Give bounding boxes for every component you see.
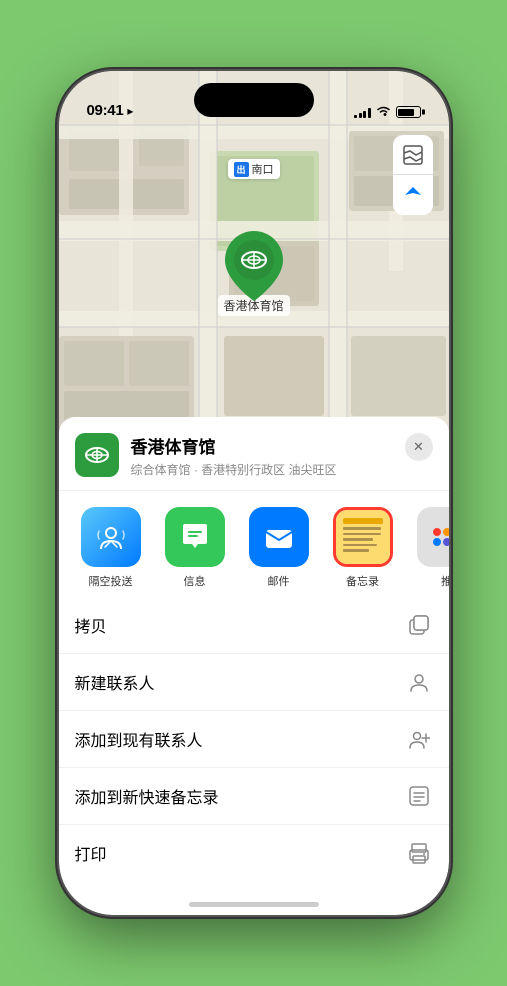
action-label-print: 打印	[75, 841, 107, 865]
nankou-badge: 出	[233, 162, 248, 177]
share-row: 隔空投送 信息	[59, 491, 449, 597]
location-logo	[75, 433, 119, 477]
close-button[interactable]: ✕	[405, 433, 433, 461]
action-label-copy: 拷贝	[75, 613, 107, 637]
more-colors	[429, 520, 449, 554]
location-name: 香港体育馆	[131, 433, 433, 458]
messages-icon	[165, 507, 225, 567]
airdrop-icon	[81, 507, 141, 567]
phone-frame: 09:41 ▸	[59, 71, 449, 915]
notes-icon	[333, 507, 393, 567]
action-list: 拷贝 新建联系人	[59, 597, 449, 881]
share-item-airdrop[interactable]: 隔空投送	[75, 507, 147, 589]
location-desc: 综合体育馆 · 香港特别行政区 油尖旺区	[131, 461, 433, 478]
location-arrow-icon	[404, 186, 422, 204]
share-items: 隔空投送 信息	[75, 507, 433, 589]
stadium-logo-icon	[83, 441, 111, 469]
location-marker: 香港体育馆	[217, 231, 289, 316]
share-item-more[interactable]: 推	[411, 507, 449, 589]
action-label-add-notes: 添加到新快速备忘录	[75, 784, 219, 808]
map-controls	[393, 135, 433, 215]
action-item-print[interactable]: 打印	[59, 825, 449, 881]
bottom-sheet: 香港体育馆 综合体育馆 · 香港特别行政区 油尖旺区 ✕	[59, 417, 449, 915]
mail-svg	[262, 520, 296, 554]
map-type-button[interactable]	[393, 135, 433, 175]
person-icon	[405, 668, 433, 696]
action-item-add-notes[interactable]: 添加到新快速备忘录	[59, 768, 449, 825]
share-label-notes: 备忘录	[346, 573, 379, 589]
action-item-new-contact[interactable]: 新建联系人	[59, 654, 449, 711]
location-info: 香港体育馆 综合体育馆 · 香港特别行政区 油尖旺区	[131, 433, 433, 478]
share-item-messages[interactable]: 信息	[159, 507, 231, 589]
dynamic-island	[194, 83, 314, 117]
share-item-notes[interactable]: 备忘录	[327, 507, 399, 589]
action-label-add-existing: 添加到现有联系人	[75, 727, 203, 751]
airdrop-svg	[95, 521, 127, 553]
share-item-mail[interactable]: 邮件	[243, 507, 315, 589]
action-label-new-contact: 新建联系人	[75, 670, 155, 694]
nankou-text: 南口	[252, 161, 274, 177]
person-add-icon	[405, 725, 433, 753]
copy-icon	[405, 611, 433, 639]
print-icon	[405, 839, 433, 867]
pin-svg	[224, 231, 282, 301]
share-label-messages: 信息	[184, 573, 206, 589]
mail-icon	[249, 507, 309, 567]
location-card: 香港体育馆 综合体育馆 · 香港特别行政区 油尖旺区 ✕	[59, 417, 449, 491]
signal-icon	[354, 106, 371, 118]
action-item-add-existing[interactable]: 添加到现有联系人	[59, 711, 449, 768]
share-label-more: 推	[441, 573, 449, 589]
wifi-icon	[376, 105, 391, 119]
battery-icon	[396, 106, 421, 118]
home-indicator	[189, 902, 319, 907]
status-icons	[354, 105, 421, 119]
action-item-copy[interactable]: 拷贝	[59, 597, 449, 654]
quick-note-icon	[405, 782, 433, 810]
share-label-airdrop: 隔空投送	[89, 573, 133, 589]
location-button[interactable]	[393, 175, 433, 215]
more-icon	[417, 507, 449, 567]
map-label-nankou: 出 南口	[227, 159, 279, 179]
location-arrow-icon: ▸	[127, 104, 133, 118]
share-label-mail: 邮件	[268, 573, 290, 589]
status-time: 09:41	[87, 102, 124, 119]
map-icon	[403, 145, 423, 165]
phone-screen: 09:41 ▸	[59, 71, 449, 915]
messages-svg	[178, 520, 212, 554]
